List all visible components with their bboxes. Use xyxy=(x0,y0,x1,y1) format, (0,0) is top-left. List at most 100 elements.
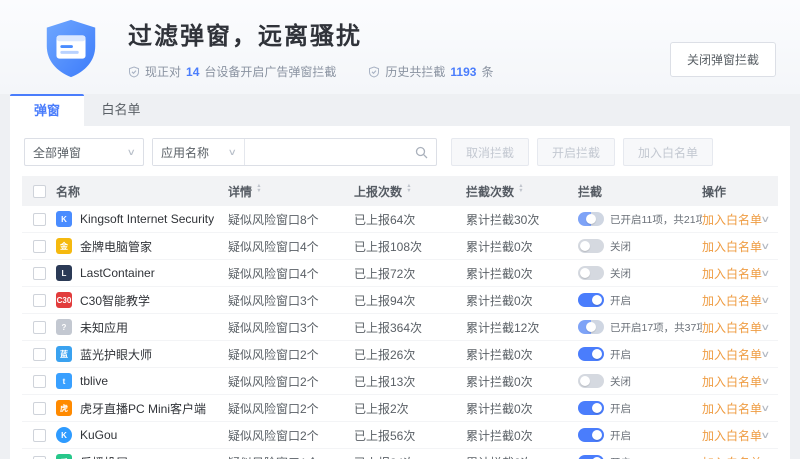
block-count: 累计拦截30次 xyxy=(466,211,578,228)
row-checkbox[interactable] xyxy=(33,267,46,280)
table-body: K Kingsoft Internet Security 疑似风险窗口8个 已上… xyxy=(22,206,778,459)
sort-icon[interactable]: ▲▼ xyxy=(518,186,524,196)
hero-stats: 现正对 14 台设备开启广告弹窗拦截 历史共拦截 1193 条 xyxy=(128,63,493,80)
table-row: 金 金牌电脑管家 疑似风险窗口4个 已上报108次 累计拦截0次 关闭 加入白名… xyxy=(22,233,778,260)
add-whitelist-link[interactable]: 加入白名单 xyxy=(702,373,762,390)
expand-chevron-icon[interactable]: ∨ xyxy=(760,430,770,441)
report-count: 已上报108次 xyxy=(354,238,466,255)
app-icon: K xyxy=(56,211,72,227)
hero-header: 过滤弹窗，远离骚扰 现正对 14 台设备开启广告弹窗拦截 历史共拦截 1193 … xyxy=(0,0,800,94)
block-toggle[interactable] xyxy=(578,212,604,226)
row-checkbox[interactable] xyxy=(33,402,46,415)
stat-value: 14 xyxy=(186,65,199,79)
sort-icon[interactable]: ▲▼ xyxy=(256,186,262,196)
col-detail[interactable]: 详情▲▼ xyxy=(228,183,354,200)
select-all-checkbox[interactable] xyxy=(33,185,46,198)
tab-bar: 弹窗 白名单 xyxy=(10,94,790,126)
block-toggle[interactable] xyxy=(578,401,604,415)
block-toggle[interactable] xyxy=(578,455,604,459)
block-toggle[interactable] xyxy=(578,293,604,307)
row-checkbox[interactable] xyxy=(33,240,46,253)
row-checkbox[interactable] xyxy=(33,321,46,334)
block-toggle[interactable] xyxy=(578,347,604,361)
search-field-value: 应用名称 xyxy=(161,144,209,161)
cancel-block-button[interactable]: 取消拦截 xyxy=(451,138,529,166)
row-checkbox[interactable] xyxy=(33,429,46,442)
add-whitelist-link[interactable]: 加入白名单 xyxy=(702,427,762,444)
table-row: t tblive 疑似风险窗口2个 已上报13次 累计拦截0次 关闭 加入白名单… xyxy=(22,368,778,395)
stat-suffix: 台设备开启广告弹窗拦截 xyxy=(204,63,336,80)
expand-chevron-icon[interactable]: ∨ xyxy=(760,214,770,225)
col-blocks[interactable]: 拦截次数▲▼ xyxy=(466,183,578,200)
row-checkbox[interactable] xyxy=(33,375,46,388)
report-count: 已上报2次 xyxy=(354,400,466,417)
table-row: K Kingsoft Internet Security 疑似风险窗口8个 已上… xyxy=(22,206,778,233)
app-name: KuGou xyxy=(80,428,117,442)
block-toggle[interactable] xyxy=(578,374,604,388)
search-field-dropdown[interactable]: 应用名称 ∨ xyxy=(153,139,245,165)
search-input[interactable] xyxy=(245,139,415,165)
add-whitelist-link[interactable]: 加入白名单 xyxy=(702,265,762,282)
report-count: 已上报72次 xyxy=(354,265,466,282)
table-row: L LastContainer 疑似风险窗口4个 已上报72次 累计拦截0次 关… xyxy=(22,260,778,287)
block-toggle[interactable] xyxy=(578,428,604,442)
expand-chevron-icon[interactable]: ∨ xyxy=(760,241,770,252)
expand-chevron-icon[interactable]: ∨ xyxy=(760,376,770,387)
toggle-label: 关闭 xyxy=(610,374,631,389)
chevron-down-icon: ∨ xyxy=(127,147,136,158)
app-icon: 乐 xyxy=(56,454,72,459)
block-count: 累计拦截0次 xyxy=(466,238,578,255)
app-icon: t xyxy=(56,373,72,389)
block-toggle[interactable] xyxy=(578,266,604,280)
report-count: 已上报13次 xyxy=(354,373,466,390)
expand-chevron-icon[interactable]: ∨ xyxy=(760,268,770,279)
add-whitelist-link[interactable]: 加入白名单 xyxy=(702,211,762,228)
stat-value: 1193 xyxy=(450,65,476,79)
tab-popup[interactable]: 弹窗 xyxy=(10,94,84,126)
add-whitelist-link[interactable]: 加入白名单 xyxy=(702,238,762,255)
row-checkbox[interactable] xyxy=(33,348,46,361)
tab-whitelist[interactable]: 白名单 xyxy=(84,94,158,126)
block-count: 累计拦截2次 xyxy=(466,454,578,459)
enable-block-button[interactable]: 开启拦截 xyxy=(537,138,615,166)
add-whitelist-link[interactable]: 加入白名单 xyxy=(702,346,762,363)
row-checkbox[interactable] xyxy=(33,294,46,307)
toggle-label: 开启 xyxy=(610,401,631,416)
report-count: 已上报364次 xyxy=(354,319,466,336)
toggle-label: 开启 xyxy=(610,347,631,362)
detail-text: 疑似风险窗口3个 xyxy=(228,319,354,336)
add-whitelist-link[interactable]: 加入白名单 xyxy=(702,400,762,417)
content-area: 弹窗 白名单 全部弹窗 ∨ 应用名称 ∨ xyxy=(10,94,790,459)
popup-scope-dropdown[interactable]: 全部弹窗 ∨ xyxy=(24,138,144,166)
search-group: 应用名称 ∨ xyxy=(152,138,437,166)
detail-text: 疑似风险窗口2个 xyxy=(228,400,354,417)
block-count: 累计拦截12次 xyxy=(466,319,578,336)
detail-text: 疑似风险窗口2个 xyxy=(228,373,354,390)
expand-chevron-icon[interactable]: ∨ xyxy=(760,349,770,360)
add-whitelist-link[interactable]: 加入白名单 xyxy=(702,319,762,336)
history-stat: 历史共拦截 1193 条 xyxy=(368,63,493,80)
add-whitelist-link[interactable]: 加入白名单 xyxy=(702,454,762,459)
block-count: 累计拦截0次 xyxy=(466,346,578,363)
row-checkbox[interactable] xyxy=(33,213,46,226)
row-checkbox[interactable] xyxy=(33,456,46,459)
search-icon[interactable] xyxy=(415,146,428,159)
block-toggle[interactable] xyxy=(578,239,604,253)
close-popup-block-button[interactable]: 关闭弹窗拦截 xyxy=(670,42,776,77)
expand-chevron-icon[interactable]: ∨ xyxy=(760,295,770,306)
devices-stat: 现正对 14 台设备开启广告弹窗拦截 xyxy=(128,63,336,80)
block-toggle[interactable] xyxy=(578,320,604,334)
toggle-label: 开启 xyxy=(610,428,631,443)
detail-text: 疑似风险窗口8个 xyxy=(228,211,354,228)
app-icon: 蓝 xyxy=(56,346,72,362)
table-row: ? 未知应用 疑似风险窗口3个 已上报364次 累计拦截12次 已开启17项，共… xyxy=(22,314,778,341)
add-whitelist-link[interactable]: 加入白名单 xyxy=(702,292,762,309)
col-reports[interactable]: 上报次数▲▼ xyxy=(354,183,466,200)
sort-icon[interactable]: ▲▼ xyxy=(406,186,412,196)
table-row: 虎 虎牙直播PC Mini客户端 疑似风险窗口2个 已上报2次 累计拦截0次 开… xyxy=(22,395,778,422)
detail-text: 疑似风险窗口4个 xyxy=(228,265,354,282)
expand-chevron-icon[interactable]: ∨ xyxy=(760,403,770,414)
table-header: 名称 详情▲▼ 上报次数▲▼ 拦截次数▲▼ 拦截 操作 xyxy=(22,176,778,206)
add-whitelist-button[interactable]: 加入白名单 xyxy=(623,138,713,166)
expand-chevron-icon[interactable]: ∨ xyxy=(760,322,770,333)
